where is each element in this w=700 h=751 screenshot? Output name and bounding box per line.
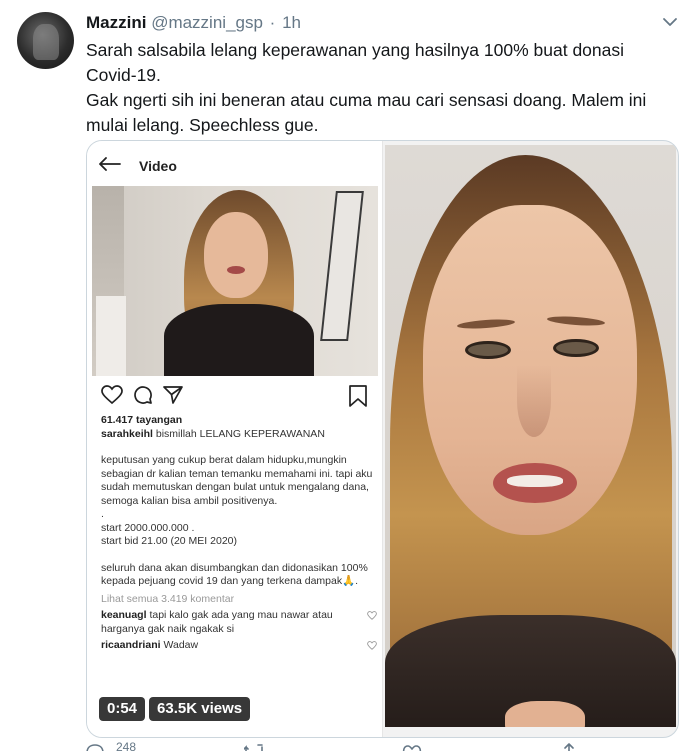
share-button[interactable] (560, 742, 578, 751)
avatar[interactable] (17, 12, 74, 69)
ig-caption-start-bid: start bid 21.00 (20 MEI 2020) (101, 535, 237, 547)
ig-action-bar (101, 385, 371, 407)
bookmark-icon (349, 385, 367, 407)
reply-icon (86, 744, 104, 751)
ig-comment-user: keanuagl (101, 609, 147, 621)
ig-view-comments: Lihat semua 3.419 komentar (101, 592, 235, 605)
separator-dot: · (269, 13, 276, 32)
tweet-header: Mazzini @mazzini_gsp · 1h (86, 12, 680, 34)
ig-video-thumbnail (92, 186, 378, 376)
video-frame-closeup (385, 145, 676, 727)
reply-count: 248 (116, 740, 137, 751)
retweet-button[interactable] (244, 742, 264, 751)
tweet-text-line-1: Sarah salsabila lelang keperawanan yang … (86, 40, 625, 85)
ig-caption: 61.417 tayangan sarahkeihl bismillah LEL… (101, 414, 377, 653)
video-view-count: 63.5K views (149, 697, 251, 721)
ig-comment-user: ricaandriani (101, 639, 161, 651)
ig-view-count: 61.417 tayangan (101, 414, 183, 426)
author-name[interactable]: Mazzini (86, 13, 146, 32)
ig-caption-dot: . (101, 508, 104, 520)
heart-icon (402, 745, 422, 751)
video-badges: 0:54 63.5K views (99, 697, 251, 721)
tweet-text: Sarah salsabila lelang keperawanan yang … (86, 38, 676, 138)
instagram-screenshot: Video 61.417 tayangan sarahkeihl bismill… (87, 141, 383, 737)
ig-caption-paragraph-2: seluruh dana akan disumbangkan dan didon… (101, 561, 368, 588)
back-arrow-icon (99, 157, 121, 171)
share-icon (163, 386, 183, 404)
tweet-timestamp[interactable]: 1h (282, 13, 301, 32)
video-duration: 0:54 (99, 697, 146, 721)
like-button[interactable] (402, 742, 422, 751)
chevron-down-icon[interactable] (661, 13, 679, 31)
reply-button[interactable]: 248 (86, 740, 137, 751)
ig-comment-text: Wadaw (163, 639, 199, 651)
comment-icon (134, 386, 152, 404)
retweet-icon (244, 744, 263, 751)
heart-icon (101, 385, 123, 405)
ig-comment: ricaandriani Wadaw (101, 639, 377, 653)
ig-caption-text: bismillah LELANG KEPERAWANAN (155, 427, 325, 440)
video-player[interactable]: Video 61.417 tayangan sarahkeihl bismill… (86, 140, 679, 738)
ig-caption-start: start 2000.000.000 . (101, 521, 195, 534)
ig-caption-first: sarahkeihl bismillah LELANG KEPERAWANAN (101, 428, 377, 442)
heart-icon (367, 611, 377, 620)
ig-comment: keanuagl tapi kalo gak ada yang mau nawa… (101, 609, 377, 636)
tweet[interactable]: Mazzini @mazzini_gsp · 1h Sarah salsabil… (0, 0, 700, 751)
ig-username: sarahkeihl (101, 427, 153, 440)
ig-header: Video (87, 141, 383, 185)
heart-icon (367, 641, 377, 650)
ig-title: Video (139, 158, 177, 174)
ig-caption-paragraph-1: keputusan yang cukup berat dalam hidupku… (101, 454, 373, 507)
share-icon (564, 743, 574, 751)
tweet-actions: 248 (86, 740, 646, 751)
author-handle[interactable]: @mazzini_gsp (151, 13, 263, 32)
tweet-text-line-2: Gak ngerti sih ini beneran atau cuma mau… (86, 90, 647, 135)
